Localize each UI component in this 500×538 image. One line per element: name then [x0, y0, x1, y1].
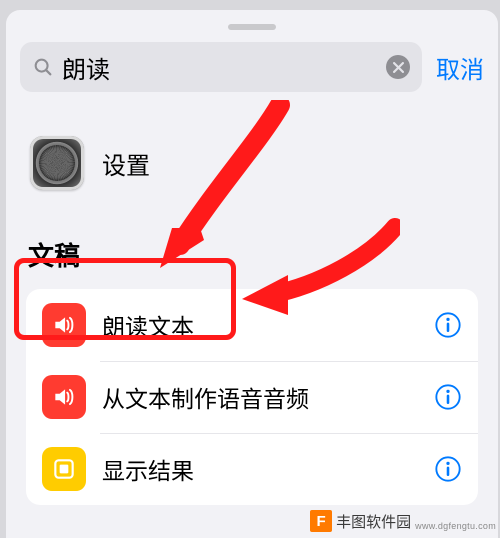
action-row-label: 显示结果	[102, 452, 418, 486]
app-result-settings[interactable]: 设置	[26, 136, 478, 190]
speaker-icon	[42, 303, 86, 347]
settings-app-icon	[30, 136, 84, 190]
search-query-text: 朗读	[62, 50, 378, 85]
clear-search-button[interactable]	[386, 55, 410, 79]
app-result-label: 设置	[102, 146, 150, 181]
action-row-make-audio[interactable]: 从文本制作语音音频	[26, 361, 478, 433]
action-row-label: 从文本制作语音音频	[102, 380, 418, 414]
cancel-button[interactable]: 取消	[436, 50, 484, 85]
action-row-label: 朗读文本	[102, 308, 418, 342]
results-content: 设置 文稿 朗读文本	[6, 108, 498, 505]
info-button[interactable]	[434, 455, 462, 483]
info-button[interactable]	[434, 311, 462, 339]
speaker-icon	[42, 375, 86, 419]
watermark-name: 丰图软件园	[336, 511, 411, 532]
watermark: F 丰图软件园 www.dgfengtu.com	[310, 510, 496, 532]
section-title-documents: 文稿	[26, 236, 478, 273]
search-bar-row: 朗读 取消	[6, 42, 498, 108]
search-sheet: 朗读 取消 设置 文稿 朗读文本	[6, 10, 498, 538]
info-button[interactable]	[434, 383, 462, 411]
sheet-grabber[interactable]	[228, 24, 276, 30]
search-icon	[32, 56, 54, 78]
action-row-show-result[interactable]: 显示结果	[26, 433, 478, 505]
watermark-url: www.dgfengtu.com	[415, 521, 496, 531]
search-input[interactable]: 朗读	[20, 42, 422, 92]
action-list: 朗读文本 从文本制作语音音频	[26, 289, 478, 505]
action-row-speak-text[interactable]: 朗读文本	[26, 289, 478, 361]
result-icon	[42, 447, 86, 491]
watermark-badge: F	[310, 510, 332, 532]
